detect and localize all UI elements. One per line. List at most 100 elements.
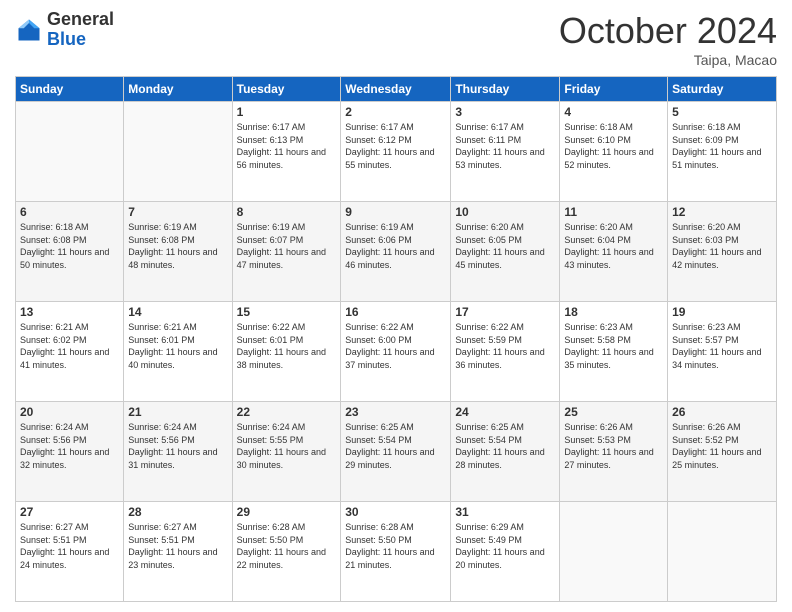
day-info: Sunrise: 6:18 AM Sunset: 6:09 PM Dayligh…	[672, 121, 772, 171]
day-number: 16	[345, 305, 446, 319]
day-cell: 17 Sunrise: 6:22 AM Sunset: 5:59 PM Dayli…	[451, 302, 560, 402]
day-number: 3	[455, 105, 555, 119]
day-cell: 21 Sunrise: 6:24 AM Sunset: 5:56 PM Dayli…	[124, 402, 232, 502]
day-number: 5	[672, 105, 772, 119]
day-number: 18	[564, 305, 663, 319]
day-info: Sunrise: 6:17 AM Sunset: 6:13 PM Dayligh…	[237, 121, 337, 171]
day-number: 23	[345, 405, 446, 419]
day-cell: 30 Sunrise: 6:28 AM Sunset: 5:50 PM Dayli…	[341, 502, 451, 602]
day-info: Sunrise: 6:24 AM Sunset: 5:55 PM Dayligh…	[237, 421, 337, 471]
day-cell: 25 Sunrise: 6:26 AM Sunset: 5:53 PM Dayli…	[560, 402, 668, 502]
day-cell: 24 Sunrise: 6:25 AM Sunset: 5:54 PM Dayli…	[451, 402, 560, 502]
day-info: Sunrise: 6:24 AM Sunset: 5:56 PM Dayligh…	[128, 421, 227, 471]
day-cell: 7Sunrise: 6:19 AM Sunset: 6:08 PM Daylig…	[124, 202, 232, 302]
day-cell: 3 Sunrise: 6:17 AM Sunset: 6:11 PM Daylig…	[451, 102, 560, 202]
day-info: Sunrise: 6:23 AM Sunset: 5:58 PM Dayligh…	[564, 321, 663, 371]
day-info: Sunrise: 6:24 AM Sunset: 5:56 PM Dayligh…	[20, 421, 119, 471]
week-row-2: 6 Sunrise: 6:18 AM Sunset: 6:08 PM Daylig…	[16, 202, 777, 302]
day-number: 21	[128, 405, 227, 419]
day-cell	[124, 102, 232, 202]
day-number: 31	[455, 505, 555, 519]
day-info: Sunrise: 6:27 AM Sunset: 5:51 PM Dayligh…	[20, 521, 119, 571]
day-info: Sunrise: 6:22 AM Sunset: 6:00 PM Dayligh…	[345, 321, 446, 371]
weekday-header-saturday: Saturday	[668, 77, 777, 102]
day-cell: 1 Sunrise: 6:17 AM Sunset: 6:13 PM Daylig…	[232, 102, 341, 202]
day-number: 10	[455, 205, 555, 219]
day-cell: 26Sunrise: 6:26 AM Sunset: 5:52 PM Dayli…	[668, 402, 777, 502]
day-number: 2	[345, 105, 446, 119]
day-number: 25	[564, 405, 663, 419]
day-number: 11	[564, 205, 663, 219]
day-info: Sunrise: 6:25 AM Sunset: 5:54 PM Dayligh…	[345, 421, 446, 471]
day-cell: 29 Sunrise: 6:28 AM Sunset: 5:50 PM Dayli…	[232, 502, 341, 602]
day-cell: 6 Sunrise: 6:18 AM Sunset: 6:08 PM Daylig…	[16, 202, 124, 302]
week-row-5: 27Sunrise: 6:27 AM Sunset: 5:51 PM Dayli…	[16, 502, 777, 602]
day-info: Sunrise: 6:17 AM Sunset: 6:11 PM Dayligh…	[455, 121, 555, 171]
day-cell: 20 Sunrise: 6:24 AM Sunset: 5:56 PM Dayli…	[16, 402, 124, 502]
day-info: Sunrise: 6:20 AM Sunset: 6:05 PM Dayligh…	[455, 221, 555, 271]
page: General Blue October 2024 Taipa, Macao S…	[0, 0, 792, 612]
day-info: Sunrise: 6:26 AM Sunset: 5:52 PM Dayligh…	[672, 421, 772, 471]
day-cell	[560, 502, 668, 602]
day-cell: 11 Sunrise: 6:20 AM Sunset: 6:04 PM Dayli…	[560, 202, 668, 302]
logo-icon	[15, 16, 43, 44]
day-cell: 14 Sunrise: 6:21 AM Sunset: 6:01 PM Dayli…	[124, 302, 232, 402]
day-info: Sunrise: 6:21 AM Sunset: 6:01 PM Dayligh…	[128, 321, 227, 371]
week-row-4: 20 Sunrise: 6:24 AM Sunset: 5:56 PM Dayli…	[16, 402, 777, 502]
day-number: 29	[237, 505, 337, 519]
weekday-header-thursday: Thursday	[451, 77, 560, 102]
day-number: 15	[237, 305, 337, 319]
day-cell: 2 Sunrise: 6:17 AM Sunset: 6:12 PM Daylig…	[341, 102, 451, 202]
day-cell: 12Sunrise: 6:20 AM Sunset: 6:03 PM Dayli…	[668, 202, 777, 302]
day-info: Sunrise: 6:20 AM Sunset: 6:04 PM Dayligh…	[564, 221, 663, 271]
day-info: Sunrise: 6:28 AM Sunset: 5:50 PM Dayligh…	[345, 521, 446, 571]
day-number: 14	[128, 305, 227, 319]
day-number: 20	[20, 405, 119, 419]
day-info: Sunrise: 6:26 AM Sunset: 5:53 PM Dayligh…	[564, 421, 663, 471]
day-cell: 4 Sunrise: 6:18 AM Sunset: 6:10 PM Daylig…	[560, 102, 668, 202]
day-cell: 22Sunrise: 6:24 AM Sunset: 5:55 PM Dayli…	[232, 402, 341, 502]
weekday-header-tuesday: Tuesday	[232, 77, 341, 102]
day-info: Sunrise: 6:18 AM Sunset: 6:10 PM Dayligh…	[564, 121, 663, 171]
day-cell: 10 Sunrise: 6:20 AM Sunset: 6:05 PM Dayli…	[451, 202, 560, 302]
logo-general-text: General	[47, 9, 114, 29]
day-number: 4	[564, 105, 663, 119]
day-info: Sunrise: 6:29 AM Sunset: 5:49 PM Dayligh…	[455, 521, 555, 571]
day-number: 7	[128, 205, 227, 219]
day-number: 30	[345, 505, 446, 519]
day-cell: 27Sunrise: 6:27 AM Sunset: 5:51 PM Dayli…	[16, 502, 124, 602]
location-subtitle: Taipa, Macao	[559, 52, 777, 68]
day-info: Sunrise: 6:18 AM Sunset: 6:08 PM Dayligh…	[20, 221, 119, 271]
title-block: October 2024 Taipa, Macao	[559, 10, 777, 68]
day-cell: 13 Sunrise: 6:21 AM Sunset: 6:02 PM Dayli…	[16, 302, 124, 402]
day-number: 6	[20, 205, 119, 219]
day-number: 9	[345, 205, 446, 219]
month-title: October 2024	[559, 10, 777, 52]
week-row-1: 1 Sunrise: 6:17 AM Sunset: 6:13 PM Daylig…	[16, 102, 777, 202]
day-cell: 28Sunrise: 6:27 AM Sunset: 5:51 PM Dayli…	[124, 502, 232, 602]
logo-blue-text: Blue	[47, 29, 86, 49]
weekday-header-sunday: Sunday	[16, 77, 124, 102]
day-info: Sunrise: 6:28 AM Sunset: 5:50 PM Dayligh…	[237, 521, 337, 571]
day-info: Sunrise: 6:22 AM Sunset: 6:01 PM Dayligh…	[237, 321, 337, 371]
weekday-header-monday: Monday	[124, 77, 232, 102]
weekday-header-wednesday: Wednesday	[341, 77, 451, 102]
day-number: 13	[20, 305, 119, 319]
logo: General Blue	[15, 10, 114, 50]
day-number: 8	[237, 205, 337, 219]
day-info: Sunrise: 6:21 AM Sunset: 6:02 PM Dayligh…	[20, 321, 119, 371]
day-number: 17	[455, 305, 555, 319]
day-number: 24	[455, 405, 555, 419]
day-cell	[668, 502, 777, 602]
day-cell: 31 Sunrise: 6:29 AM Sunset: 5:49 PM Dayli…	[451, 502, 560, 602]
day-number: 1	[237, 105, 337, 119]
day-info: Sunrise: 6:25 AM Sunset: 5:54 PM Dayligh…	[455, 421, 555, 471]
day-info: Sunrise: 6:22 AM Sunset: 5:59 PM Dayligh…	[455, 321, 555, 371]
day-info: Sunrise: 6:17 AM Sunset: 6:12 PM Dayligh…	[345, 121, 446, 171]
day-cell: 5 Sunrise: 6:18 AM Sunset: 6:09 PM Daylig…	[668, 102, 777, 202]
day-cell: 16 Sunrise: 6:22 AM Sunset: 6:00 PM Dayli…	[341, 302, 451, 402]
day-number: 12	[672, 205, 772, 219]
logo-text: General Blue	[47, 10, 114, 50]
week-row-3: 13 Sunrise: 6:21 AM Sunset: 6:02 PM Dayli…	[16, 302, 777, 402]
calendar: SundayMondayTuesdayWednesdayThursdayFrid…	[15, 76, 777, 602]
